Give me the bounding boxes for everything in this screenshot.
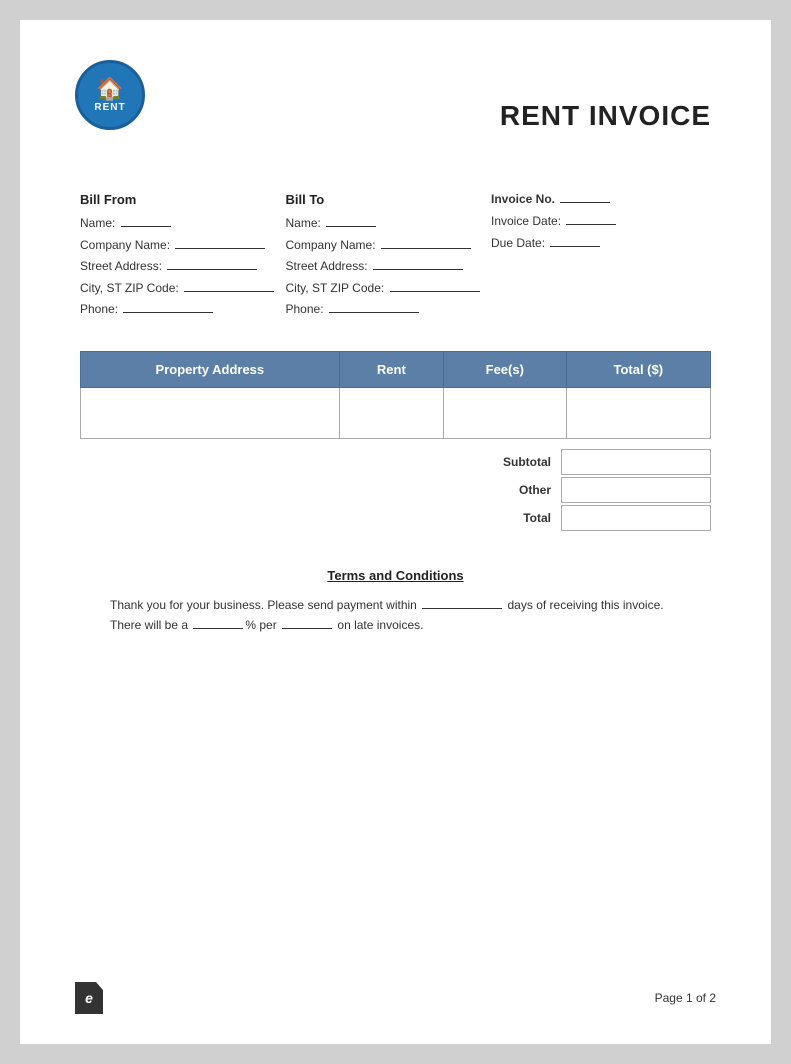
invoice-page: 🏠 RENT RENT INVOICE Bill From Name: Comp… bbox=[20, 20, 771, 1044]
terms-body: Thank you for your business. Please send… bbox=[80, 595, 711, 636]
days-blank bbox=[422, 608, 502, 609]
subtotal-label: Subtotal bbox=[361, 455, 561, 469]
due-date-row: Due Date: bbox=[491, 236, 711, 250]
subtotal-row: Subtotal bbox=[361, 449, 711, 475]
subtotal-value bbox=[561, 449, 711, 475]
logo-text: RENT bbox=[94, 102, 125, 113]
footer: Page 1 of 2 bbox=[75, 982, 716, 1014]
summary-inner: Subtotal Other Total bbox=[361, 449, 711, 533]
logo-house-icon: 🏠 bbox=[96, 78, 123, 100]
city-label: City, ST ZIP Code: bbox=[80, 281, 179, 295]
property-address-cell bbox=[81, 387, 340, 438]
street-label: Street Address: bbox=[80, 259, 162, 273]
bill-to-company-label: Company Name: bbox=[286, 238, 376, 252]
total-value bbox=[561, 505, 711, 531]
table-row bbox=[81, 387, 711, 438]
bill-to-city-label: City, ST ZIP Code: bbox=[286, 281, 385, 295]
bill-from-heading: Bill From bbox=[80, 192, 286, 207]
invoice-no-row: Invoice No. bbox=[491, 192, 711, 206]
bill-from-fields: Name: Company Name: Street Address: City… bbox=[80, 213, 286, 321]
invoice-no-label: Invoice No. bbox=[491, 192, 555, 206]
bill-to-street-label: Street Address: bbox=[286, 259, 368, 273]
bill-to-phone-label: Phone: bbox=[286, 302, 324, 316]
terms-title: Terms and Conditions bbox=[80, 568, 711, 583]
bill-to-fields: Name: Company Name: Street Address: City… bbox=[286, 213, 492, 321]
period-blank bbox=[282, 628, 332, 629]
invoice-table: Property Address Rent Fee(s) Total ($) bbox=[80, 351, 711, 439]
summary-wrapper: Subtotal Other Total bbox=[80, 449, 711, 533]
invoice-details-block: Invoice No. Invoice Date: Due Date: bbox=[491, 192, 711, 321]
percent-blank bbox=[193, 628, 243, 629]
due-date-label: Due Date: bbox=[491, 236, 545, 250]
invoice-date-row: Invoice Date: bbox=[491, 214, 711, 228]
name-label: Name: bbox=[80, 216, 115, 230]
terms-section: Terms and Conditions Thank you for your … bbox=[80, 568, 711, 636]
bill-to-block: Bill To Name: Company Name: Street Addre… bbox=[286, 192, 492, 321]
logo-area: 🏠 RENT bbox=[75, 60, 145, 130]
col-property-address: Property Address bbox=[81, 351, 340, 387]
table-header-row: Property Address Rent Fee(s) Total ($) bbox=[81, 351, 711, 387]
billing-section: Bill From Name: Company Name: Street Add… bbox=[80, 192, 711, 321]
col-total: Total ($) bbox=[566, 351, 710, 387]
page-number: Page 1 of 2 bbox=[655, 991, 716, 1005]
logo-circle: 🏠 RENT bbox=[75, 60, 145, 130]
total-label: Total bbox=[361, 511, 561, 525]
company-label: Company Name: bbox=[80, 238, 170, 252]
other-label: Other bbox=[361, 483, 561, 497]
total-row: Total bbox=[361, 505, 711, 531]
fees-cell bbox=[444, 387, 567, 438]
invoice-date-label: Invoice Date: bbox=[491, 214, 561, 228]
col-fees: Fee(s) bbox=[444, 351, 567, 387]
col-rent: Rent bbox=[339, 351, 443, 387]
bill-from-block: Bill From Name: Company Name: Street Add… bbox=[80, 192, 286, 321]
total-cell bbox=[566, 387, 710, 438]
other-value bbox=[561, 477, 711, 503]
rent-cell bbox=[339, 387, 443, 438]
footer-doc-icon bbox=[75, 982, 103, 1014]
bill-to-name-label: Name: bbox=[286, 216, 321, 230]
bill-to-heading: Bill To bbox=[286, 192, 492, 207]
phone-label: Phone: bbox=[80, 302, 118, 316]
page-title: RENT INVOICE bbox=[80, 100, 711, 132]
other-row: Other bbox=[361, 477, 711, 503]
title-area: RENT INVOICE bbox=[80, 70, 711, 132]
